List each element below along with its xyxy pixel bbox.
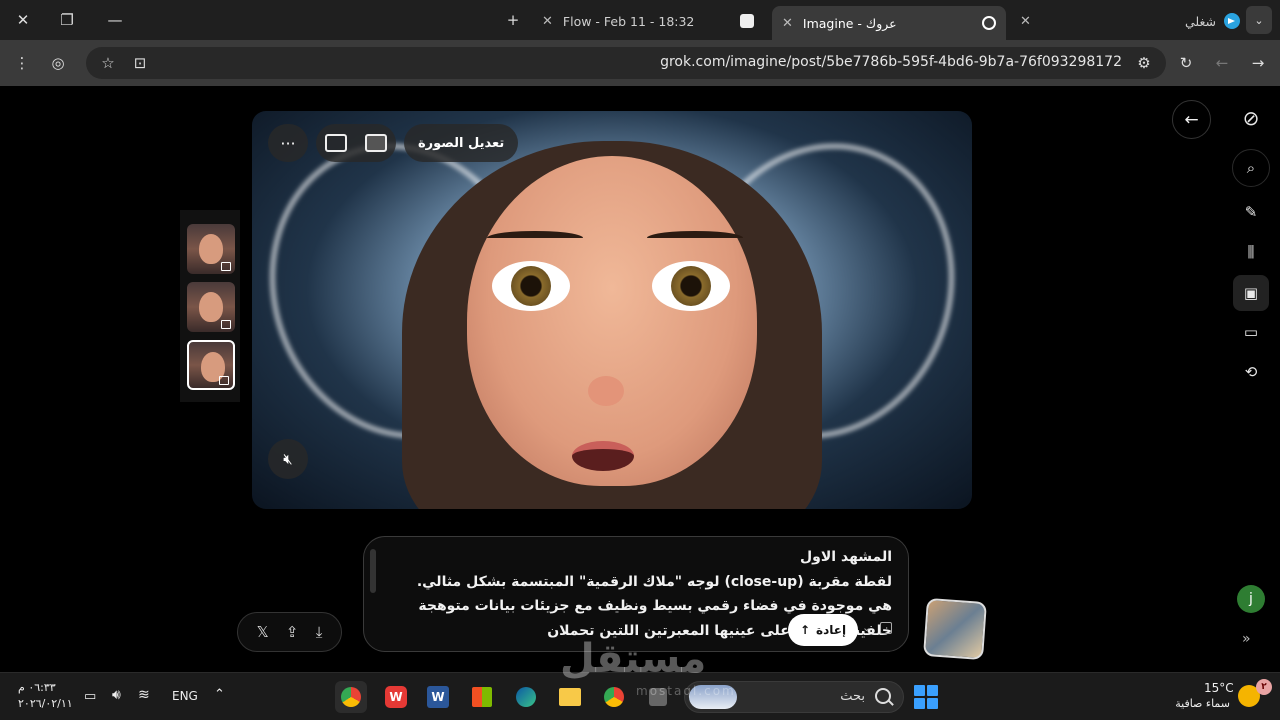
redo-button[interactable]: ↑ إعادة <box>788 614 858 646</box>
install-app-icon[interactable]: ⊡ <box>126 50 154 76</box>
media-type-toggle <box>316 124 396 162</box>
word-icon[interactable]: W <box>422 681 454 713</box>
tab-label: شغلي <box>1184 13 1216 29</box>
back-icon[interactable]: → <box>1244 50 1272 76</box>
restore-window-icon[interactable]: ❐ <box>52 6 82 34</box>
edge-icon[interactable] <box>510 681 542 713</box>
close-tab-icon[interactable]: ✕ <box>542 14 553 29</box>
wps-icon[interactable]: W <box>380 681 412 713</box>
tab-imagine[interactable]: ✕ Imagine - عروك <box>772 6 1006 40</box>
history-icon[interactable]: ⟲ <box>1235 356 1267 388</box>
flow-favicon-icon <box>740 14 754 28</box>
search-icon <box>875 688 891 704</box>
video-icon <box>221 262 231 271</box>
user-initial: j <box>1249 591 1253 607</box>
reference-image-thumbnail[interactable] <box>923 597 987 661</box>
prompt-line: المشهد الاول <box>800 549 892 565</box>
chrome-profile-icon[interactable] <box>598 681 630 713</box>
grok-logo-icon[interactable]: ⊘ <box>1235 102 1267 134</box>
telegram-icon <box>1224 13 1240 29</box>
edit-image-button[interactable]: تعديل الصورة <box>404 124 519 162</box>
variant-thumbnails <box>180 210 240 402</box>
watermark-sub: mostaql.com <box>636 684 736 698</box>
tray-chevron-icon[interactable]: ⌃ <box>214 687 225 702</box>
video-icon <box>219 376 229 385</box>
weather-desc: سماء صافية <box>1175 697 1230 710</box>
actions-pill: 𝕏 ⇪ ⤓ <box>237 612 342 652</box>
windows-start-icon[interactable] <box>914 685 938 709</box>
collapse-sidebar-icon[interactable]: » <box>1242 631 1251 647</box>
image-icon[interactable] <box>325 134 347 152</box>
back-arrow-icon[interactable]: ← <box>1172 100 1211 139</box>
language-indicator[interactable]: ENG <box>172 689 198 703</box>
browser-toolbar: ⋮ ◎ ☆ ⊡ grok.com/imagine/post/5be7786b-5… <box>0 40 1280 86</box>
site-settings-icon[interactable]: ⚙ <box>1130 50 1158 76</box>
tab-search-chevron-icon[interactable]: ⌄ <box>1246 6 1272 34</box>
search-icon[interactable]: ⌕ <box>1232 149 1270 187</box>
bookmark-star-icon[interactable]: ☆ <box>94 50 122 76</box>
clock-date: ٢٠٢٦/٠٢/١١ <box>18 697 73 710</box>
voice-icon[interactable]: ⫼ <box>1235 236 1267 268</box>
thumbnail-1[interactable] <box>187 224 235 274</box>
page-content: ← ⊘ ⌕ ✎ ⫼ ▣ ▭ ⟲ ··· تعديل الصورة 🔇︎ المش… <box>0 86 1280 672</box>
video-icon <box>221 320 231 329</box>
scrollbar[interactable] <box>370 549 376 593</box>
minimize-window-icon[interactable]: — <box>100 6 130 34</box>
up-arrow-icon: ↑ <box>799 623 810 637</box>
user-avatar[interactable]: j <box>1237 585 1265 613</box>
forward-icon[interactable]: ← <box>1208 50 1236 76</box>
x-share-icon[interactable]: 𝕏 <box>257 623 269 641</box>
video-icon[interactable] <box>365 134 387 152</box>
tab-work[interactable]: ✕ شغلي <box>1010 6 1240 36</box>
weather-badge: ٢ <box>1256 679 1272 695</box>
folder-icon[interactable]: ▭ <box>1235 316 1267 348</box>
generated-image[interactable] <box>252 111 972 509</box>
profile-icon[interactable]: ◎ <box>44 50 72 76</box>
tab-flow[interactable]: ✕ Flow - Feb 11 - 18:32 <box>532 6 764 36</box>
chrome-icon[interactable] <box>335 681 367 713</box>
clock-time: ٠٦:٣٣ م <box>18 681 56 694</box>
tab-label: Imagine - عروك <box>802 15 897 31</box>
imagine-icon[interactable]: ▣ <box>1233 275 1269 311</box>
chevron-down-icon[interactable]: ⌄ <box>862 621 871 634</box>
grok-favicon-icon <box>982 16 996 30</box>
close-tab-icon[interactable]: ✕ <box>1020 14 1031 29</box>
share-icon[interactable]: ⇪ <box>286 623 299 641</box>
url-text: grok.com/imagine/post/5be7786b-595f-4bd6… <box>660 54 1122 70</box>
close-window-icon[interactable]: ✕ <box>8 6 38 34</box>
search-label: بحث <box>840 689 865 704</box>
browser-titlebar: ✕ ❐ — + ✕ Flow - Feb 11 - 18:32 ✕ Imagin… <box>0 0 1280 40</box>
edit-image-label: تعديل الصورة <box>418 135 505 151</box>
thumbnail-3-selected[interactable] <box>187 340 235 390</box>
mute-icon[interactable]: 🔇︎ <box>268 439 308 479</box>
weather-temp: 15°C <box>1204 681 1234 695</box>
tab-label: Flow - Feb 11 - 18:32 <box>562 13 695 29</box>
more-icon: ··· <box>280 133 296 153</box>
thumbnail-2[interactable] <box>187 282 235 332</box>
store-icon[interactable] <box>466 681 498 713</box>
close-tab-icon[interactable]: ✕ <box>782 16 793 31</box>
download-icon[interactable]: ⤓ <box>316 623 323 641</box>
new-tab-icon[interactable]: + <box>498 6 528 34</box>
screen: ✕ ❐ — + ✕ Flow - Feb 11 - 18:32 ✕ Imagin… <box>0 0 1280 720</box>
new-chat-edit-icon[interactable]: ✎ <box>1235 196 1267 228</box>
more-options-button[interactable]: ··· <box>268 124 308 162</box>
video-mode-icon[interactable] <box>880 622 892 634</box>
file-explorer-icon[interactable] <box>554 681 586 713</box>
prompt-line: لقطة مقربة (close-up) لوجه "ملاك الرقمية… <box>416 573 892 590</box>
redo-label: إعادة <box>816 623 847 637</box>
wifi-icon[interactable]: ≋ <box>138 687 150 703</box>
reload-icon[interactable]: ↻ <box>1172 50 1200 76</box>
battery-icon[interactable]: ▭ <box>84 689 96 704</box>
volume-icon[interactable]: 🔊︎ <box>112 687 121 703</box>
watermark-logo: مستقل <box>560 636 707 682</box>
menu-kebab-icon[interactable]: ⋮ <box>8 50 36 76</box>
address-bar[interactable]: ☆ ⊡ grok.com/imagine/post/5be7786b-595f-… <box>86 47 1166 79</box>
